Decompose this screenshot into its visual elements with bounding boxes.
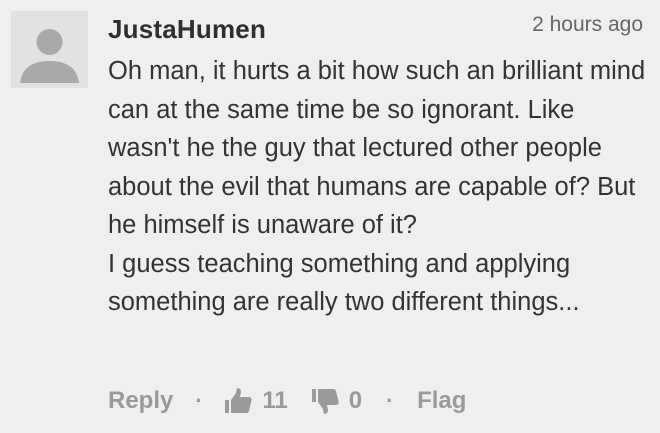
downvote-count: 0 xyxy=(348,387,363,414)
reply-button[interactable]: Reply xyxy=(108,387,173,415)
comment-body: Oh man, it hurts a bit how such an brill… xyxy=(108,52,648,322)
upvote-button[interactable]: 11 xyxy=(225,387,288,415)
comment-timestamp[interactable]: 2 hours ago xyxy=(532,13,643,37)
separator-dot: · xyxy=(195,388,203,413)
comment-paragraph: I guess teaching something and applying … xyxy=(108,249,580,317)
thumbs-up-icon xyxy=(225,388,252,413)
separator-dot: · xyxy=(386,388,394,413)
thumbs-down-icon xyxy=(311,389,339,414)
comment-actions: Reply · 11 0 · Flag xyxy=(108,383,466,419)
comment: JustaHumen 2 hours ago Oh man, it hurts … xyxy=(0,0,660,433)
upvote-count: 11 xyxy=(262,387,288,414)
comment-paragraph: Oh man, it hurts a bit how such an brill… xyxy=(108,57,646,239)
user-silhouette-icon xyxy=(20,29,79,83)
flag-button[interactable]: Flag xyxy=(417,387,466,415)
downvote-button[interactable]: 0 xyxy=(311,387,363,415)
comment-author[interactable]: JustaHumen xyxy=(108,14,266,45)
avatar[interactable] xyxy=(11,11,88,88)
